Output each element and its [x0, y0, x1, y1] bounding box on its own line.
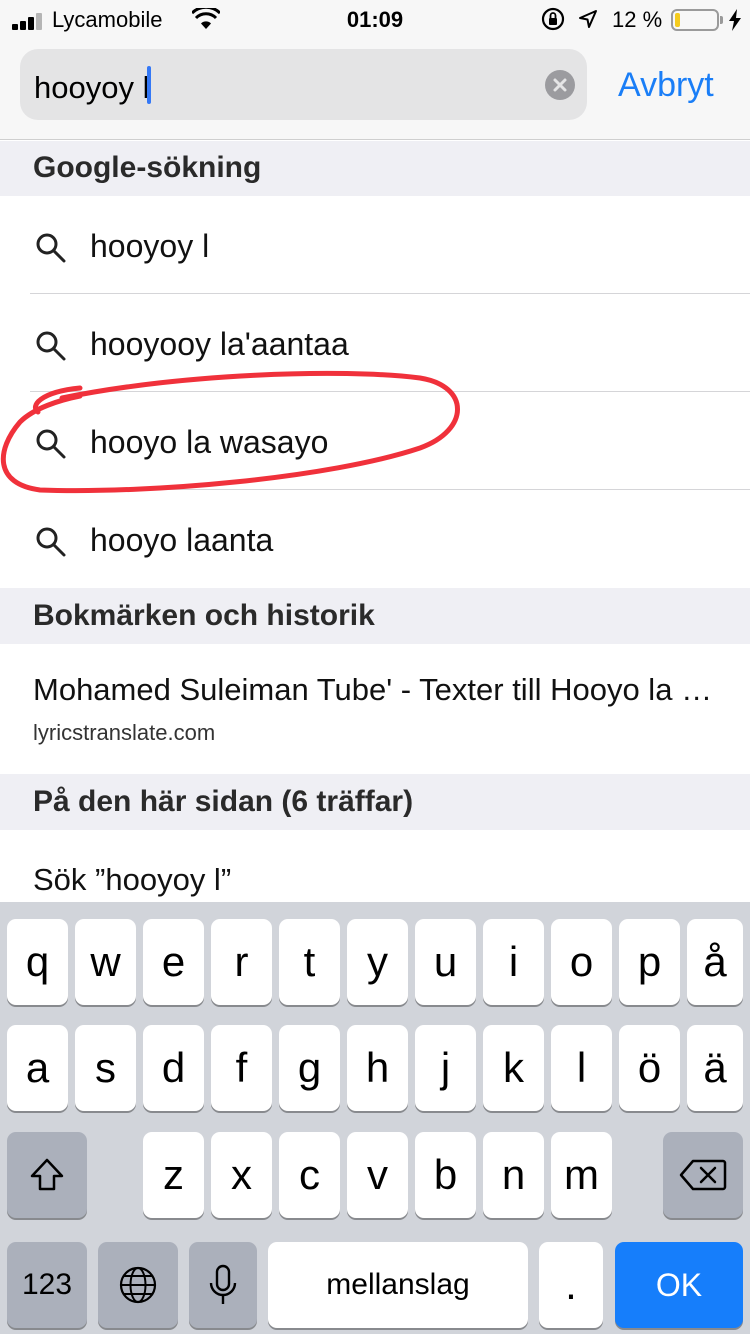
- section-on-this-page: På den här sidan (6 träffar): [0, 774, 750, 830]
- key-f[interactable]: f: [211, 1025, 272, 1111]
- ok-key[interactable]: OK: [615, 1242, 743, 1328]
- magnifier-icon: [36, 527, 66, 557]
- battery-tip: [720, 16, 723, 24]
- bookmark-result[interactable]: Mohamed Suleiman Tube' - Texter till Hoo…: [0, 644, 750, 774]
- key-a-ring[interactable]: å: [687, 919, 743, 1005]
- clear-search-icon[interactable]: [545, 70, 575, 100]
- section-bookmarks-history: Bokmärken och historik: [0, 588, 750, 644]
- search-input[interactable]: hooyoy l: [20, 49, 587, 120]
- key-n[interactable]: n: [483, 1132, 544, 1218]
- suggestion-row[interactable]: hooyooy la'aantaa: [0, 294, 750, 392]
- key-j[interactable]: j: [415, 1025, 476, 1111]
- key-l[interactable]: l: [551, 1025, 612, 1111]
- key-h[interactable]: h: [347, 1025, 408, 1111]
- globe-key[interactable]: [98, 1242, 178, 1328]
- key-x[interactable]: x: [211, 1132, 272, 1218]
- section-title: Google-sökning: [33, 151, 262, 184]
- battery-icon: [671, 9, 719, 31]
- key-s[interactable]: s: [75, 1025, 136, 1111]
- period-key[interactable]: .: [539, 1242, 603, 1328]
- text-cursor: [147, 66, 151, 104]
- key-z[interactable]: z: [143, 1132, 204, 1218]
- key-e[interactable]: e: [143, 919, 204, 1005]
- key-t[interactable]: t: [279, 919, 340, 1005]
- suggestion-label: hooyo laanta: [90, 522, 274, 558]
- key-b[interactable]: b: [415, 1132, 476, 1218]
- search-input-value[interactable]: hooyoy l: [34, 70, 149, 106]
- status-bar: Lycamobile 01:09 12 %: [0, 0, 750, 40]
- globe-icon: [119, 1266, 157, 1304]
- numbers-key[interactable]: 123: [7, 1242, 87, 1328]
- suggestion-label: hooyoy l: [90, 228, 210, 264]
- key-q[interactable]: q: [7, 919, 68, 1005]
- key-y[interactable]: y: [347, 919, 408, 1005]
- key-o[interactable]: o: [551, 919, 612, 1005]
- key-p[interactable]: p: [619, 919, 680, 1005]
- find-on-page-row[interactable]: Sök ”hooyoy l”: [0, 830, 750, 902]
- dictation-key[interactable]: [189, 1242, 257, 1328]
- location-arrow-icon: [579, 10, 597, 28]
- suggestion-label: hooyooy la'aantaa: [90, 326, 349, 362]
- key-o-umlaut[interactable]: ö: [619, 1025, 680, 1111]
- magnifier-icon: [36, 233, 66, 263]
- microphone-icon: [209, 1264, 237, 1304]
- suggestion-row[interactable]: hooyo la wasayo: [0, 392, 750, 490]
- suggestion-row[interactable]: hooyoy l: [0, 196, 750, 294]
- shift-arrow-icon: [30, 1158, 64, 1191]
- suggestion-row[interactable]: hooyo laanta: [0, 490, 750, 588]
- key-k[interactable]: k: [483, 1025, 544, 1111]
- bookmark-title: Mohamed Suleiman Tube' - Texter till Hoo…: [33, 672, 723, 707]
- shift-key[interactable]: [7, 1132, 87, 1218]
- backspace-key[interactable]: [663, 1132, 743, 1218]
- bookmark-url: lyricstranslate.com: [33, 720, 216, 745]
- charging-bolt-icon: [729, 9, 741, 31]
- key-d[interactable]: d: [143, 1025, 204, 1111]
- key-a[interactable]: a: [7, 1025, 68, 1111]
- battery-percentage: 12 %: [612, 7, 663, 32]
- keyboard: q w e r t y u i o p å a s d f g h j k l …: [0, 902, 750, 1334]
- key-v[interactable]: v: [347, 1132, 408, 1218]
- key-a-umlaut[interactable]: ä: [687, 1025, 743, 1111]
- key-i[interactable]: i: [483, 919, 544, 1005]
- space-key[interactable]: mellanslag: [268, 1242, 528, 1328]
- key-m[interactable]: m: [551, 1132, 612, 1218]
- section-title: På den här sidan (6 träffar): [33, 785, 414, 818]
- key-g[interactable]: g: [279, 1025, 340, 1111]
- section-google-search: Google-sökning: [0, 141, 750, 196]
- battery-level: [675, 13, 680, 27]
- section-title: Bokmärken och historik: [33, 599, 375, 632]
- key-c[interactable]: c: [279, 1132, 340, 1218]
- find-on-page-label: Sök ”hooyoy l”: [33, 862, 232, 897]
- search-header: hooyoy l Avbryt: [0, 40, 750, 140]
- backspace-icon: [679, 1159, 727, 1191]
- cancel-button[interactable]: Avbryt: [618, 66, 714, 105]
- key-u[interactable]: u: [415, 919, 476, 1005]
- magnifier-icon: [36, 429, 66, 459]
- key-r[interactable]: r: [211, 919, 272, 1005]
- magnifier-icon: [36, 331, 66, 361]
- rotation-lock-icon: [541, 7, 565, 31]
- key-w[interactable]: w: [75, 919, 136, 1005]
- suggestion-label: hooyo la wasayo: [90, 424, 329, 460]
